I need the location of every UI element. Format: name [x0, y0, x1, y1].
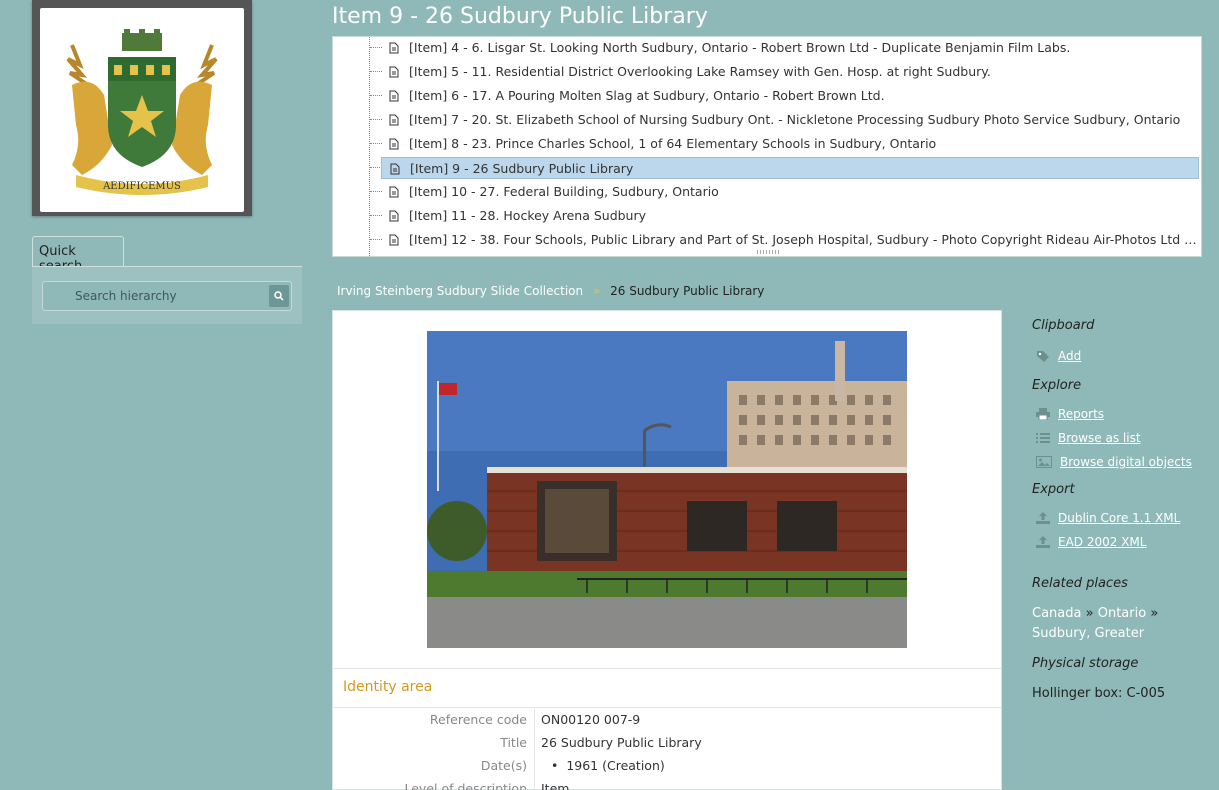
explore-heading: Explore [1032, 378, 1082, 393]
image-icon [1036, 456, 1052, 468]
breadcrumb-parent-link[interactable]: Irving Steinberg Sudbury Slide Collectio… [337, 284, 583, 298]
field-value: 26 Sudbury Public Library [541, 735, 702, 750]
field-value: • 1961 (Creation) [551, 758, 665, 773]
dates-field: Date(s) • 1961 (Creation) [333, 755, 1001, 778]
tree-item-label: [Item] 12 - 38. Four Schools, Public Lib… [409, 232, 1199, 247]
breadcrumb-current: 26 Sudbury Public Library [610, 284, 765, 298]
search-button[interactable] [269, 285, 289, 307]
add-to-clipboard-link[interactable]: Add [1036, 349, 1081, 363]
field-value: Item [541, 781, 570, 790]
physical-storage-heading: Physical storage [1032, 656, 1139, 671]
field-label: Title [500, 735, 527, 750]
physical-storage-value: Hollinger box: C-005 [1032, 686, 1166, 701]
field-label: Reference code [429, 712, 527, 727]
tree-item[interactable]: [Item] 4 - 6. Lisgar St. Looking North S… [381, 37, 1199, 59]
tree-item[interactable]: [Item] 12 - 38. Four Schools, Public Lib… [381, 229, 1199, 251]
document-icon [389, 210, 399, 222]
document-icon [389, 114, 399, 126]
clipboard-heading: Clipboard [1032, 318, 1095, 333]
ead-label: EAD 2002 XML [1058, 535, 1147, 549]
document-icon [389, 90, 399, 102]
level-of-description-field: Level of description Item [333, 778, 1001, 790]
document-icon [390, 163, 400, 175]
coat-of-arms-icon: AEDIFICEMUS [66, 29, 218, 195]
date-value: 1961 (Creation) [566, 758, 665, 773]
search-hierarchy-input[interactable] [43, 282, 269, 310]
add-label: Add [1058, 349, 1082, 363]
tree-item-label: [Item] 9 - 26 Sudbury Public Library [410, 161, 634, 176]
upload-icon [1036, 512, 1050, 524]
dublin-core-label: Dublin Core 1.1 XML [1058, 511, 1181, 525]
print-icon [1036, 408, 1050, 420]
reports-link[interactable]: Reports [1036, 407, 1104, 421]
tree-item-label: [Item] 10 - 27. Federal Building, Sudbur… [409, 184, 719, 199]
search-icon [274, 291, 284, 301]
digital-object-image[interactable] [427, 331, 907, 648]
document-icon [389, 42, 399, 54]
hierarchy-tree[interactable]: [Item] 4 - 6. Lisgar St. Looking North S… [332, 36, 1202, 257]
ead-export-link[interactable]: EAD 2002 XML [1036, 535, 1146, 549]
document-icon [389, 138, 399, 150]
browse-as-list-link[interactable]: Browse as list [1036, 431, 1141, 445]
svg-text:AEDIFICEMUS: AEDIFICEMUS [102, 181, 181, 192]
quick-search-tab[interactable]: Quick search [32, 236, 124, 274]
tree-resize-handle[interactable] [757, 250, 779, 254]
tag-icon [1037, 351, 1049, 362]
field-label: Date(s) [480, 758, 527, 773]
list-icon [1036, 433, 1050, 443]
document-icon [389, 66, 399, 78]
related-places-heading: Related places [1032, 576, 1128, 591]
field-label: Level of description [404, 781, 528, 790]
tree-item[interactable]: [Item] 10 - 27. Federal Building, Sudbur… [381, 181, 1199, 203]
tree-item[interactable]: [Item] 11 - 28. Hockey Arena Sudbury [381, 205, 1199, 227]
search-box [42, 281, 292, 311]
browse-digital-objects-label: Browse digital objects [1060, 455, 1192, 469]
divider [534, 732, 535, 755]
place-separator: » [1150, 606, 1159, 621]
place-link-canada[interactable]: Canada [1032, 606, 1081, 621]
tree-item-label: [Item] 7 - 20. St. Elizabeth School of N… [409, 112, 1181, 127]
tree-item[interactable]: [Item] 5 - 11. Residential District Over… [381, 61, 1199, 83]
divider [534, 755, 535, 778]
page-title: Item 9 - 26 Sudbury Public Library [332, 4, 708, 29]
tree-item[interactable]: [Item] 8 - 23. Prince Charles School, 1 … [381, 133, 1199, 155]
reference-code-field: Reference code ON00120 007-9 [333, 709, 1001, 732]
export-heading: Export [1032, 482, 1075, 497]
breadcrumb-separator: » [592, 284, 601, 298]
breadcrumb: Irving Steinberg Sudbury Slide Collectio… [337, 284, 764, 298]
divider [534, 778, 535, 790]
identity-area-header[interactable]: Identity area [333, 668, 1001, 708]
document-icon [389, 234, 399, 246]
library-photo [427, 331, 907, 648]
place-link-ontario[interactable]: Ontario [1098, 606, 1146, 621]
upload-icon [1036, 536, 1050, 548]
quick-search-panel [32, 266, 302, 324]
dublin-core-export-link[interactable]: Dublin Core 1.1 XML [1036, 511, 1180, 525]
site-logo[interactable]: AEDIFICEMUS [32, 0, 252, 216]
divider [534, 709, 535, 732]
tree-connector [369, 37, 370, 256]
identity-area-title: Identity area [343, 679, 433, 695]
browse-as-list-label: Browse as list [1058, 431, 1141, 445]
place-separator: » [1085, 606, 1094, 621]
main-content: Identity area Reference code ON00120 007… [332, 310, 1002, 790]
place-link-sudbury-greater[interactable]: Sudbury, Greater [1032, 626, 1144, 641]
tree-item-label: [Item] 11 - 28. Hockey Arena Sudbury [409, 208, 647, 223]
browse-digital-objects-link[interactable]: Browse digital objects [1036, 455, 1192, 469]
tree-item-label: [Item] 5 - 11. Residential District Over… [409, 64, 991, 79]
related-places-list-cont: Sudbury, Greater [1032, 626, 1144, 641]
related-places-list: Canada » Ontario » [1032, 606, 1158, 621]
title-field: Title 26 Sudbury Public Library [333, 732, 1001, 755]
tree-item-active[interactable]: [Item] 9 - 26 Sudbury Public Library [381, 157, 1199, 179]
tree-item-label: [Item] 8 - 23. Prince Charles School, 1 … [409, 136, 937, 151]
bullet-icon: • [551, 758, 567, 773]
tree-item-label: [Item] 6 - 17. A Pouring Molten Slag at … [409, 88, 885, 103]
tree-item[interactable]: [Item] 7 - 20. St. Elizabeth School of N… [381, 109, 1199, 131]
tree-item-label: [Item] 4 - 6. Lisgar St. Looking North S… [409, 40, 1071, 55]
tree-item[interactable]: [Item] 6 - 17. A Pouring Molten Slag at … [381, 85, 1199, 107]
field-value: ON00120 007-9 [541, 712, 641, 727]
reports-label: Reports [1058, 407, 1105, 421]
document-icon [389, 186, 399, 198]
